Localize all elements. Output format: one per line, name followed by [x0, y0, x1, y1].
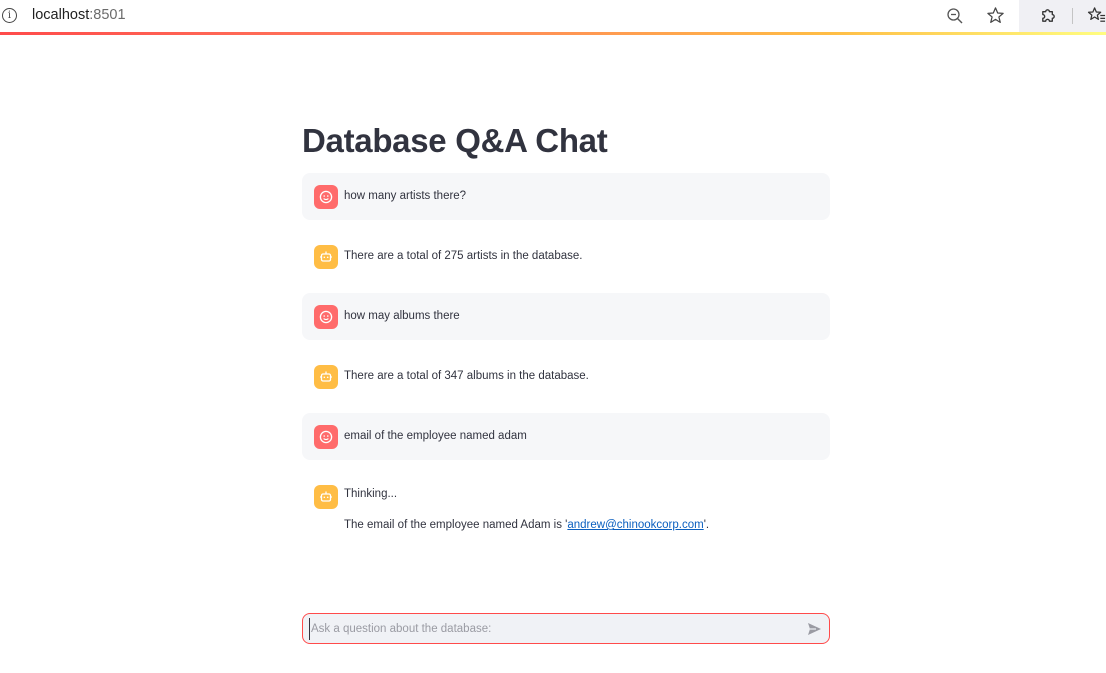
- site-info-icon[interactable]: i: [2, 8, 17, 23]
- address-bar[interactable]: localhost:8501: [32, 7, 126, 23]
- thinking-status: Thinking...: [344, 488, 398, 500]
- answer-prefix: The email of the employee named Adam is …: [344, 519, 568, 531]
- message-text: There are a total of 347 albums in the d…: [344, 370, 589, 382]
- user-avatar-icon: [314, 425, 338, 449]
- message-text: how many artists there?: [344, 190, 467, 202]
- robot-avatar-icon: [314, 365, 338, 389]
- robot-avatar-icon: [314, 485, 338, 509]
- extensions-puzzle-icon[interactable]: [1039, 6, 1058, 25]
- app-decoration-bar: [0, 32, 1106, 35]
- chat-message-user: email of the employee named adam: [302, 413, 830, 460]
- chat-message-assistant: Thinking... The email of the employee na…: [302, 473, 830, 543]
- email-link[interactable]: andrew@chinookcorp.com: [567, 519, 703, 531]
- answer-suffix: '.: [703, 519, 710, 531]
- zoom-out-icon[interactable]: [946, 7, 964, 25]
- bookmark-star-icon[interactable]: [986, 6, 1005, 25]
- chat-input[interactable]: [309, 618, 799, 640]
- chat-message-assistant: There are a total of 275 artists in the …: [302, 233, 830, 280]
- toolbar-separator: [1072, 8, 1073, 24]
- send-button[interactable]: [805, 620, 823, 638]
- url-port: :8501: [89, 7, 126, 23]
- robot-avatar-icon: [314, 245, 338, 269]
- user-avatar-icon: [314, 305, 338, 329]
- chat-input-container: [302, 613, 830, 644]
- message-text: email of the employee named adam: [344, 430, 527, 442]
- page-title: Database Q&A Chat: [302, 122, 608, 159]
- url-host: localhost: [32, 7, 90, 23]
- favorites-icon[interactable]: [1087, 6, 1106, 25]
- answer-text: The email of the employee named Adam is …: [344, 519, 709, 531]
- message-text: how may albums there: [344, 310, 460, 322]
- chat-message-user: how many artists there?: [302, 173, 830, 220]
- chat-message-assistant: There are a total of 347 albums in the d…: [302, 353, 830, 400]
- browser-toolbar: i localhost:8501: [0, 0, 1106, 32]
- user-avatar-icon: [314, 185, 338, 209]
- send-icon: [807, 623, 821, 635]
- chat-message-user: how may albums there: [302, 293, 830, 340]
- message-text: There are a total of 275 artists in the …: [344, 250, 583, 262]
